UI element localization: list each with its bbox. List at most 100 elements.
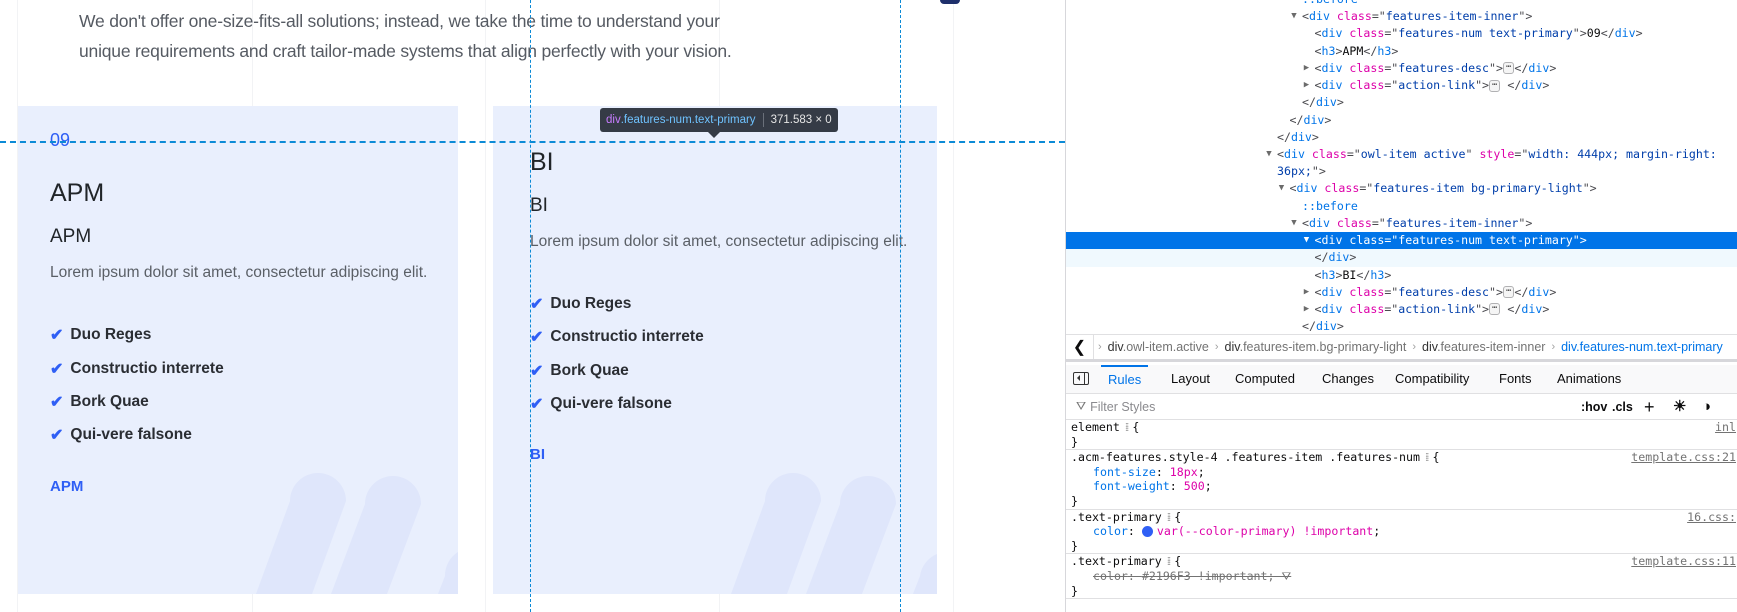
expand-triangle-icon[interactable]: ▼ <box>1289 215 1299 232</box>
check-icon: ✔ <box>530 363 544 380</box>
grid-highlight-icon[interactable]: ⁞⁞ <box>1167 554 1172 568</box>
add-rule-button[interactable]: + <box>1644 394 1655 420</box>
property-name[interactable]: color <box>1093 569 1128 583</box>
tree-node[interactable]: </div> <box>1066 94 1737 111</box>
tree-node[interactable]: </div> <box>1066 249 1737 267</box>
tree-node[interactable]: <div class="features-num text-primary">0… <box>1066 25 1737 42</box>
tree-node[interactable]: ▶ <div class="features-desc"> ⋯ </div> <box>1066 284 1737 301</box>
brace: { <box>1174 509 1182 524</box>
color-swatch[interactable] <box>1141 526 1153 538</box>
css-declaration[interactable]: font-weight: 500; <box>1071 479 1733 494</box>
expand-triangle-icon[interactable]: ▼ <box>1277 180 1287 197</box>
check-icon: ✔ <box>50 327 64 344</box>
ellipsis-badge[interactable]: ⋯ <box>1503 62 1515 75</box>
rule-source-link[interactable]: template.css:21 <box>1631 450 1736 465</box>
toggle-sidebar-icon[interactable] <box>1073 372 1089 385</box>
rule-selector[interactable]: .text-primary <box>1071 554 1162 568</box>
rule-source-link[interactable]: inl <box>1715 420 1736 435</box>
property-value[interactable]: var(--color-primary) !important <box>1157 524 1373 538</box>
collapse-triangle-icon[interactable]: ▶ <box>1302 284 1312 301</box>
rule-source-link[interactable]: 16.css: <box>1687 510 1736 525</box>
grid-highlight-icon[interactable]: ⁞⁞ <box>1425 450 1430 464</box>
collapse-triangle-icon[interactable]: ▶ <box>1302 77 1312 94</box>
tree-node[interactable]: 36px;"> <box>1066 163 1737 180</box>
tab-rules[interactable]: Rules <box>1101 365 1149 393</box>
hov-toggle[interactable]: :hov <box>1581 394 1607 420</box>
check-icon: ✔ <box>530 396 544 413</box>
breadcrumb-class: .features-item-inner <box>1437 340 1546 354</box>
css-declaration[interactable]: color: var(--color-primary) !important; <box>1071 524 1733 539</box>
feature-action-link[interactable]: BI <box>530 446 545 463</box>
tree-node[interactable]: </div> <box>1066 129 1737 146</box>
rule-source-link[interactable]: template.css:11 <box>1631 554 1736 569</box>
tree-node-markup: <h3>APM</h3> <box>1315 43 1399 60</box>
property-value[interactable]: #2196F3 !important <box>1142 569 1268 583</box>
tree-node[interactable]: ::before <box>1066 0 1737 8</box>
tooltip-dimensions: 371.583 × 0 <box>770 114 832 126</box>
tree-node[interactable]: ▶ <div class="features-desc"> ⋯ </div> <box>1066 60 1737 77</box>
tree-node[interactable]: ▼ <div class="features-item bg-primary-li… <box>1066 180 1737 197</box>
tree-node[interactable]: ▶ <div class="action-link"> ⋯ </div> <box>1066 77 1737 94</box>
css-declaration[interactable]: font-size: 18px; <box>1071 465 1733 480</box>
tree-node[interactable]: </div> <box>1066 318 1737 335</box>
grid-highlight-icon[interactable]: ⁞⁞ <box>1167 510 1172 524</box>
brace: } <box>1071 493 1078 508</box>
markup-token: =" <box>1384 60 1399 75</box>
breadcrumb-scroll-left-button[interactable]: ❮ <box>1066 335 1094 359</box>
markup-token: div <box>1528 284 1550 299</box>
breadcrumb-item[interactable]: div.owl-item.active <box>1102 340 1215 354</box>
tab-fonts[interactable]: Fonts <box>1492 365 1539 393</box>
tree-node-markup: <div class="action-link"> ⋯ </div> <box>1315 301 1550 318</box>
breadcrumb-class: .features-num.text-primary <box>1576 340 1723 354</box>
collapse-triangle-icon[interactable]: ▶ <box>1302 301 1312 318</box>
tree-node[interactable]: <h3>APM</h3> <box>1066 43 1737 60</box>
tree-node[interactable]: ▼ <div class="owl-item active" style="wid… <box>1066 146 1737 163</box>
selected-tree-node[interactable]: ▼ <div class="features-num text-primary"> <box>1066 232 1737 250</box>
ellipsis-badge[interactable]: ⋯ <box>1489 303 1501 316</box>
breadcrumb-item[interactable]: div.features-item.bg-primary-light <box>1219 340 1413 354</box>
feature-list-label: Bork Quae <box>550 362 629 379</box>
tree-node[interactable]: ::before <box>1066 198 1737 215</box>
tree-node[interactable]: </div> <box>1066 112 1737 129</box>
feature-card-bi: BI BI Lorem ipsum dolor sit amet, consec… <box>493 106 937 594</box>
tree-node[interactable]: ▶ <div class="action-link"> ⋯ </div> <box>1066 301 1737 318</box>
filter-styles-input[interactable]: Filter Styles <box>1090 400 1155 414</box>
collapse-triangle-icon[interactable]: ▶ <box>1302 60 1312 77</box>
dark-scheme-icon[interactable]: ◑ <box>1702 394 1711 420</box>
expand-triangle-icon[interactable]: ▼ <box>1302 232 1312 249</box>
tab-computed[interactable]: Computed <box>1228 365 1302 393</box>
property-name[interactable]: font-size <box>1093 465 1156 479</box>
cls-toggle[interactable]: .cls <box>1612 394 1633 420</box>
property-value[interactable]: 18px <box>1170 465 1198 479</box>
tree-node[interactable]: ▼ <div class="features-item-inner"> <box>1066 8 1737 25</box>
check-icon: ✔ <box>530 329 544 346</box>
tree-node-markup: </div> <box>1302 318 1344 335</box>
tab-animations[interactable]: Animations <box>1550 365 1628 393</box>
feature-action-link[interactable]: APM <box>50 478 83 495</box>
property-name[interactable]: font-weight <box>1093 479 1170 493</box>
breadcrumb-item[interactable]: div.features-item-inner <box>1416 340 1551 354</box>
markup-tree[interactable]: ::before▼<div class="features-item-inner… <box>1066 0 1737 335</box>
tree-node-markup: <div class="owl-item active" style="widt… <box>1277 146 1717 163</box>
css-declaration[interactable]: color: #2196F3 !important; ⛛ <box>1071 569 1733 584</box>
tab-changes[interactable]: Changes <box>1315 365 1381 393</box>
property-value[interactable]: 500 <box>1184 479 1205 493</box>
filter-overridden-icon[interactable]: ⛛ <box>1275 569 1291 583</box>
expand-triangle-icon[interactable]: ▼ <box>1264 146 1274 163</box>
markup-token: </ <box>1363 43 1378 58</box>
markup-token: =" <box>1384 233 1399 248</box>
ellipsis-badge[interactable]: ⋯ <box>1489 79 1501 92</box>
light-scheme-icon[interactable]: ☀ <box>1673 394 1686 420</box>
ellipsis-badge[interactable]: ⋯ <box>1503 286 1515 299</box>
rule-selector[interactable]: element <box>1071 420 1120 434</box>
tab-compatibility[interactable]: Compatibility <box>1388 365 1476 393</box>
property-name[interactable]: color <box>1093 524 1128 538</box>
tree-node[interactable]: ▼ <div class="features-item-inner"> <box>1066 215 1737 232</box>
rule-selector[interactable]: .acm-features.style-4 .features-item .fe… <box>1071 450 1420 464</box>
tree-node[interactable]: <h3>BI</h3> <box>1066 267 1737 284</box>
breadcrumb-item[interactable]: div.features-num.text-primary <box>1555 340 1729 354</box>
tab-layout[interactable]: Layout <box>1164 365 1217 393</box>
grid-highlight-icon[interactable]: ⁞⁞ <box>1125 420 1130 434</box>
expand-triangle-icon[interactable]: ▼ <box>1289 8 1299 25</box>
rule-selector[interactable]: .text-primary <box>1071 510 1162 524</box>
